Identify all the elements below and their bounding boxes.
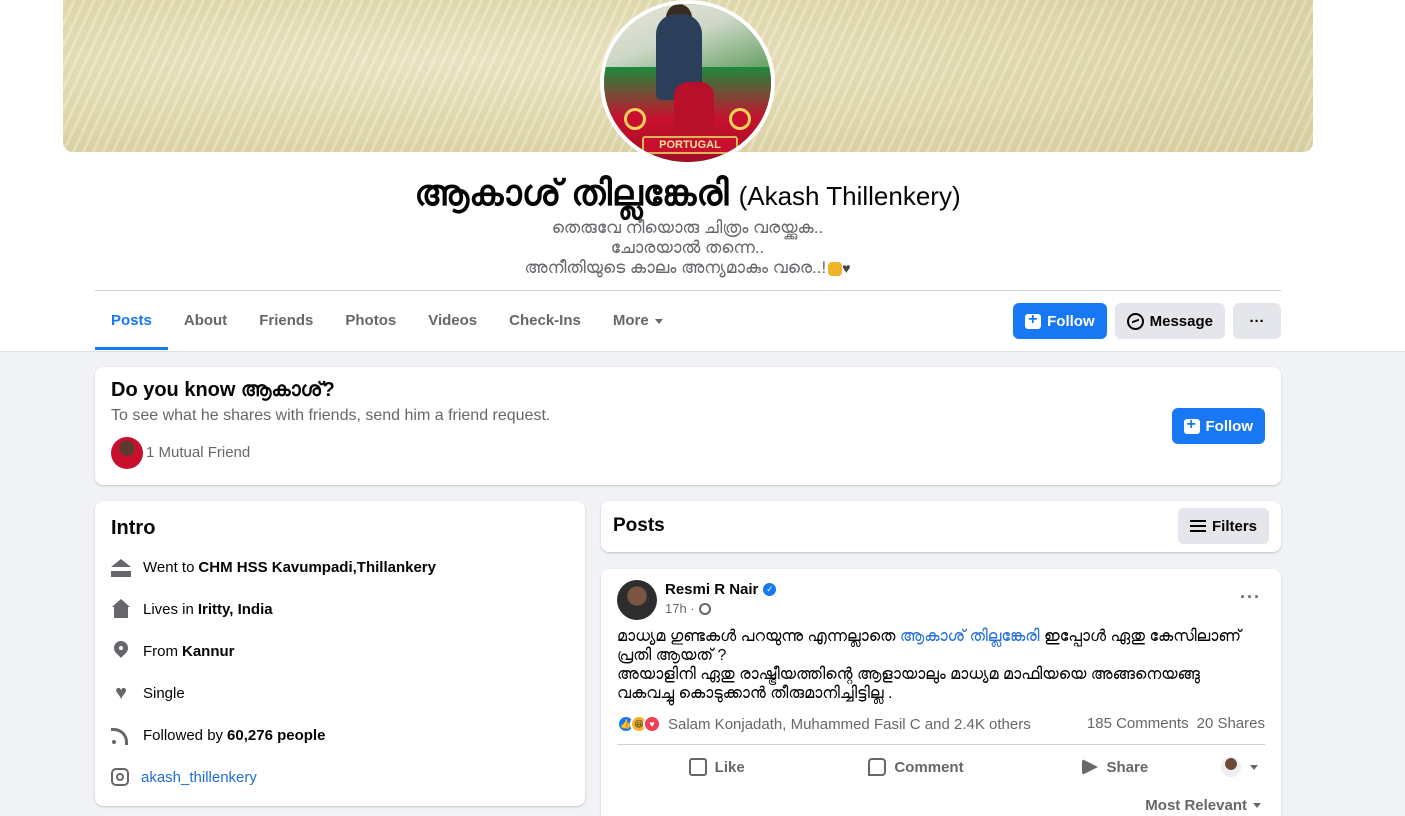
profile-alt-name: (Akash Thillenkery) xyxy=(738,181,961,211)
do-you-know-title: Do you know ആകാശ്? xyxy=(111,379,335,401)
intro-relationship: ♥ Single xyxy=(111,681,185,705)
caret-down-icon xyxy=(1253,803,1261,808)
post-divider xyxy=(617,744,1265,745)
profile-actions: Follow Message ··· xyxy=(1013,303,1281,339)
comment-icon xyxy=(868,758,887,776)
location-pin-icon xyxy=(111,641,131,661)
post-actions: Like Comment Share xyxy=(617,751,1265,783)
comments-count[interactable]: 185 Comments xyxy=(1087,715,1189,732)
tab-friends[interactable]: Friends xyxy=(243,292,329,350)
share-icon xyxy=(1082,759,1099,775)
intro-lives-in: Lives in Iritty, India xyxy=(111,597,273,621)
like-button[interactable]: Like xyxy=(617,751,816,783)
black-heart-icon: ♥ xyxy=(842,260,851,276)
home-icon xyxy=(111,599,131,619)
message-button[interactable]: Message xyxy=(1114,303,1225,339)
reactors-text: Salam Konjadath, Muhammed Fasil C and 2.… xyxy=(668,715,1031,733)
love-reaction-icon: ♥ xyxy=(643,715,661,733)
crest-icon xyxy=(729,108,751,130)
post-author-avatar[interactable] xyxy=(617,580,657,620)
profile-bio: തെരുവേ നീയൊരു ചിത്രം വരയ്ക്കുക.. ചോരയാൽ … xyxy=(524,218,851,277)
intro-followers: Followed by 60,276 people xyxy=(111,723,325,747)
post-counts: 185 Comments 20 Shares xyxy=(1087,715,1265,732)
post-text: മാധ്യമ ഗുണ്ടകൾ പറയുന്നു എന്നല്ലാതെ ആകാശ്… xyxy=(617,628,1241,702)
profile-name: ആകാശ് തില്ലങ്കേരി (Akash Thillenkery) xyxy=(414,172,961,213)
header-divider xyxy=(95,290,1281,291)
mutual-friends-link[interactable]: 1 Mutual Friend xyxy=(146,444,250,461)
instagram-icon xyxy=(111,768,129,786)
filter-icon xyxy=(1189,520,1206,532)
follow-icon xyxy=(1025,311,1042,329)
rss-icon xyxy=(111,725,131,745)
tab-check-ins[interactable]: Check-Ins xyxy=(493,292,597,350)
tab-posts[interactable]: Posts xyxy=(95,292,168,350)
avatar-banner: PORTUGAL xyxy=(642,136,738,154)
profile-header: PORTUGAL ആകാശ് തില്ലങ്കേരി (Akash Thille… xyxy=(0,0,1405,352)
comment-button[interactable]: Comment xyxy=(816,751,1015,783)
reaction-identity-selector[interactable] xyxy=(1215,751,1265,783)
do-you-know-card: Do you know ആകാശ്? To see what he shares… xyxy=(95,367,1281,485)
intro-title: Intro xyxy=(111,517,156,539)
post-timestamp: 17h · xyxy=(665,601,711,616)
profile-tabs: Posts About Friends Photos Videos Check-… xyxy=(95,292,679,350)
tab-photos[interactable]: Photos xyxy=(329,292,412,350)
post-reactions[interactable]: 👍 😆 ♥ Salam Konjadath, Muhammed Fasil C … xyxy=(617,715,1031,733)
instagram-link[interactable]: akash_thillenkery xyxy=(141,769,257,786)
tab-more[interactable]: More xyxy=(597,292,679,350)
follow-button-secondary[interactable]: Follow xyxy=(1171,408,1265,444)
verified-badge-icon: ✓ xyxy=(763,583,777,596)
post-author: Resmi R Nair ✓ xyxy=(665,581,777,598)
follow-icon xyxy=(1183,416,1200,434)
caret-down-icon xyxy=(1250,764,1259,770)
fist-emoji-icon xyxy=(828,261,843,276)
posts-title: Posts xyxy=(613,515,665,536)
tab-videos[interactable]: Videos xyxy=(412,292,493,350)
share-button[interactable]: Share xyxy=(1016,751,1215,783)
messenger-icon xyxy=(1126,312,1144,330)
heart-icon: ♥ xyxy=(115,682,127,704)
post-card: Resmi R Nair ✓ 17h · ··· മാധ്യമ ഗുണ്ടകൾ … xyxy=(601,569,1281,816)
intro-from: From Kannur xyxy=(111,639,235,663)
intro-card: Intro Went to CHM HSS Kavumpadi,Thillank… xyxy=(95,501,585,806)
intro-education: Went to CHM HSS Kavumpadi,Thillankery xyxy=(111,555,436,579)
follow-button[interactable]: Follow xyxy=(1013,303,1107,339)
crest-icon xyxy=(624,108,646,130)
do-you-know-subtitle: To see what he shares with friends, send… xyxy=(111,407,551,424)
post-options-icon[interactable]: ··· xyxy=(1240,587,1261,608)
posts-header-card: Posts Filters xyxy=(601,501,1281,552)
user-avatar xyxy=(1221,757,1242,777)
caret-down-icon xyxy=(654,318,663,324)
shares-count[interactable]: 20 Shares xyxy=(1197,715,1265,732)
post-mention-link[interactable]: ആകാശ് തില്ലങ്കേരി xyxy=(900,628,1040,645)
graduation-cap-icon xyxy=(111,557,131,577)
more-options-button[interactable]: ··· xyxy=(1233,303,1281,339)
intro-instagram: akash_thillenkery xyxy=(111,765,257,789)
thumbs-up-icon xyxy=(688,758,707,776)
filters-button[interactable]: Filters xyxy=(1177,508,1269,544)
profile-avatar[interactable]: PORTUGAL xyxy=(600,0,775,166)
mutual-friend-avatar[interactable] xyxy=(111,437,143,469)
tab-about[interactable]: About xyxy=(168,292,243,350)
globe-icon xyxy=(698,602,711,615)
comment-sort-dropdown[interactable]: Most Relevant xyxy=(1145,797,1261,814)
